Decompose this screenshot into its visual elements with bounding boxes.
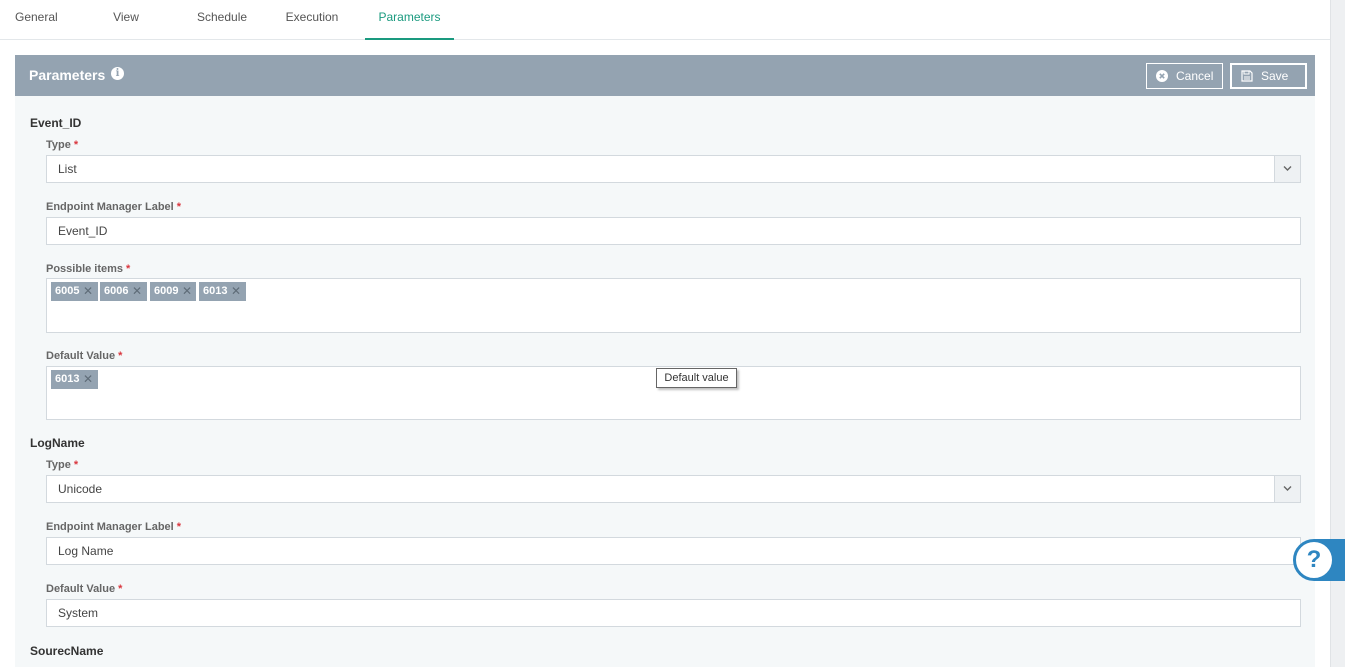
tag-remove-icon[interactable]: ✕ bbox=[231, 282, 241, 301]
required-marker: * bbox=[176, 521, 182, 533]
required-marker: * bbox=[73, 459, 79, 471]
possible-items-label: Possible items * bbox=[46, 263, 131, 275]
tab-view-procedure[interactable]: View Procedure bbox=[85, 0, 167, 58]
event-id-em-label-input[interactable]: Event_ID bbox=[46, 217, 1301, 245]
required-marker: * bbox=[176, 201, 182, 213]
tab-parameters[interactable]: Parameters bbox=[365, 0, 454, 40]
tab-execution-log[interactable]: Execution Log bbox=[275, 0, 349, 58]
logname-em-label-label: Endpoint Manager Label * bbox=[46, 521, 182, 533]
default-tag-6013: 6013 ✕ bbox=[51, 370, 98, 389]
logname-type-select[interactable]: Unicode bbox=[46, 475, 1301, 503]
tag-6009: 6009 ✕ bbox=[150, 282, 196, 301]
logname-type-label: Type * bbox=[46, 459, 79, 471]
chevron-down-icon[interactable] bbox=[1274, 476, 1300, 502]
required-marker: * bbox=[126, 263, 131, 275]
event-id-type-label: Type * bbox=[46, 139, 79, 151]
event-id-default-value-label: Default Value * bbox=[46, 350, 123, 362]
event-id-em-label-label: Endpoint Manager Label * bbox=[46, 201, 182, 213]
logname-default-value-label: Default Value * bbox=[46, 583, 123, 595]
default-value-tooltip: Default value bbox=[656, 368, 737, 388]
panel-title: Parameters bbox=[29, 67, 106, 83]
save-label: Save bbox=[1261, 69, 1289, 83]
chevron-down-icon[interactable] bbox=[1274, 156, 1300, 182]
tag-remove-icon[interactable]: ✕ bbox=[83, 370, 93, 389]
help-button[interactable]: ? bbox=[1293, 539, 1345, 581]
logname-em-label-value: Log Name bbox=[58, 544, 114, 558]
group-title-sourcename: SourecName bbox=[30, 644, 104, 658]
event-id-type-select[interactable]: List bbox=[46, 155, 1301, 183]
event-id-type-value: List bbox=[58, 162, 77, 176]
save-button[interactable]: Save bbox=[1230, 63, 1307, 89]
cancel-icon bbox=[1156, 70, 1168, 82]
parameters-panel: Parameters i Cancel Save bbox=[15, 55, 1315, 667]
tag-6013: 6013 ✕ bbox=[199, 282, 246, 301]
tab-bar: General View Procedure Schedule Executio… bbox=[0, 0, 1330, 58]
required-marker: * bbox=[118, 583, 123, 595]
tag-remove-icon[interactable]: ✕ bbox=[182, 282, 192, 301]
event-id-em-label-value: Event_ID bbox=[58, 224, 108, 238]
possible-items-tag-input[interactable]: 6005 ✕ 6006 ✕ 6009 ✕ 6013 ✕ bbox=[46, 278, 1301, 333]
tab-schedule[interactable]: Schedule bbox=[197, 0, 247, 40]
logname-default-value-input[interactable]: System bbox=[46, 599, 1301, 627]
logname-default-value: System bbox=[58, 606, 99, 620]
help-icon: ? bbox=[1293, 539, 1335, 581]
group-title-logname: LogName bbox=[30, 436, 85, 450]
required-marker: * bbox=[118, 350, 123, 362]
tag-6006: 6006 ✕ bbox=[100, 282, 147, 301]
logname-em-label-input[interactable]: Log Name bbox=[46, 537, 1301, 565]
required-marker: * bbox=[73, 139, 79, 151]
tag-remove-icon[interactable]: ✕ bbox=[83, 282, 93, 301]
panel-header: Parameters i Cancel Save bbox=[15, 55, 1315, 96]
tag-remove-icon[interactable]: ✕ bbox=[132, 282, 142, 301]
group-title-event-id: Event_ID bbox=[30, 116, 82, 130]
save-icon bbox=[1241, 70, 1253, 82]
info-icon[interactable]: i bbox=[111, 67, 124, 80]
cancel-button[interactable]: Cancel bbox=[1146, 63, 1223, 89]
tag-6005: 6005 ✕ bbox=[51, 282, 98, 301]
cancel-label: Cancel bbox=[1176, 69, 1214, 83]
logname-type-value: Unicode bbox=[58, 482, 103, 496]
tab-general[interactable]: General bbox=[15, 0, 58, 40]
